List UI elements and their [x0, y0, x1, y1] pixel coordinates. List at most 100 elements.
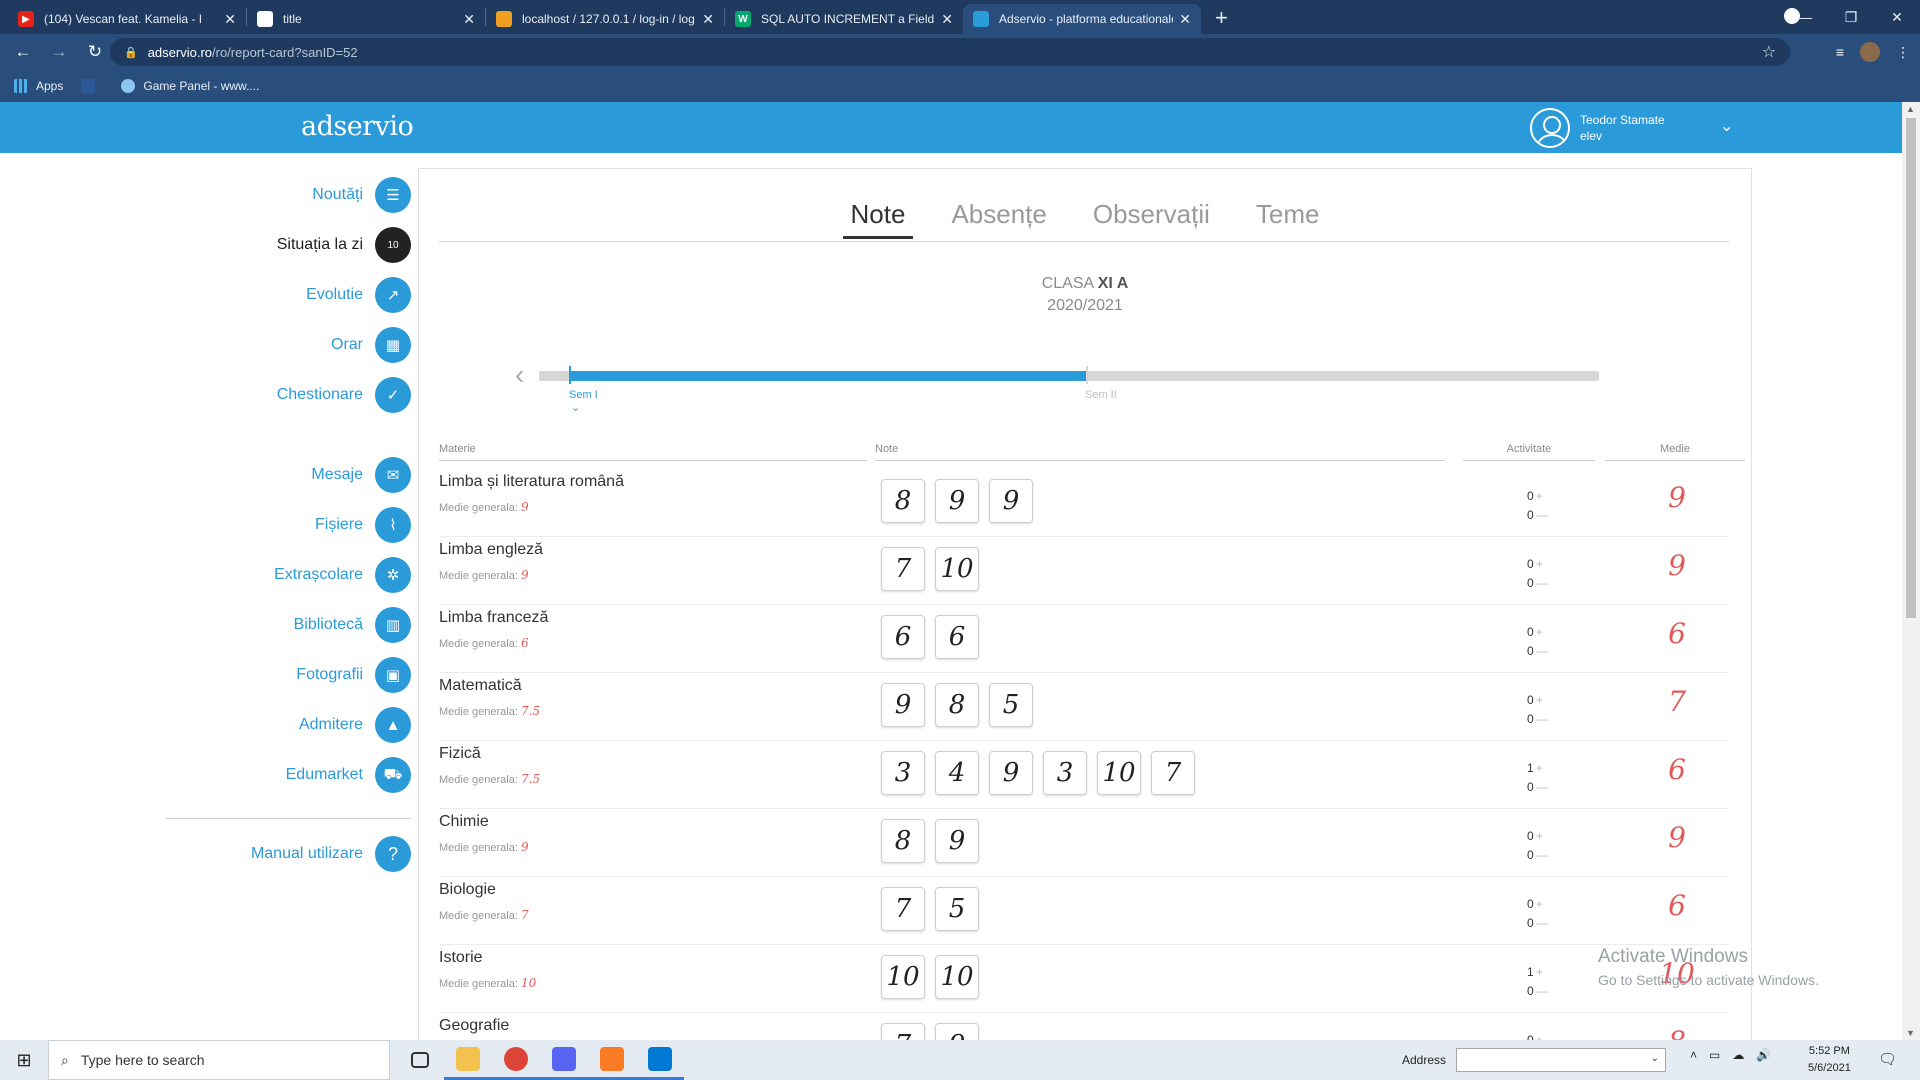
sidebar-item[interactable]: Admitere ▲ [166, 700, 411, 750]
subject-name[interactable]: Fizică [439, 745, 481, 763]
grade-box[interactable]: 4 [935, 751, 979, 795]
browser-tab[interactable]: title ✕ [247, 4, 485, 34]
scroll-up-icon[interactable]: ▲ [1906, 104, 1915, 114]
sidebar-item[interactable]: Bibliotecă ▥ [166, 600, 411, 650]
adservio-logo[interactable]: adservio [301, 111, 414, 142]
subject-name[interactable]: Limba engleză [439, 541, 543, 559]
page-scrollbar[interactable]: ▲ ▼ [1902, 102, 1920, 1040]
address-bar[interactable]: 🔒 adservio.ro/ro/report-card?sanID=52 ☆ [110, 38, 1790, 66]
sidebar-item[interactable]: Situația la zi 10 [166, 220, 411, 270]
task-view-icon[interactable] [396, 1040, 444, 1080]
sidebar-item[interactable]: Edumarket ⛟ [166, 750, 411, 800]
taskbar-search[interactable]: ⌕ Type here to search [48, 1040, 390, 1080]
grade-box[interactable]: 6 [935, 615, 979, 659]
windows-start-icon[interactable]: ⊞ [0, 1040, 48, 1080]
back-icon[interactable]: ← [10, 42, 36, 62]
bookmark-item[interactable]: Game Panel - www.... [121, 79, 259, 93]
grade-box[interactable]: 10 [881, 955, 925, 999]
tab-teme[interactable]: Teme [1248, 199, 1328, 239]
grade-box[interactable]: 8 [881, 479, 925, 523]
grade-box[interactable]: 7 [1151, 751, 1195, 795]
sidebar-item[interactable]: Fișiere ⌇ [166, 500, 411, 550]
file-explorer-icon[interactable] [444, 1040, 492, 1080]
sidebar-item[interactable]: Extrașcolare ✲ [166, 550, 411, 600]
reading-list-icon[interactable]: ≡ [1836, 44, 1844, 60]
profile-avatar[interactable] [1860, 42, 1880, 62]
sidebar-item[interactable]: Fotografii ▣ [166, 650, 411, 700]
grade-box[interactable]: 3 [1043, 751, 1087, 795]
sem2-label[interactable]: Sem II [1085, 389, 1117, 401]
tab-note[interactable]: Note [842, 199, 914, 239]
discord-icon[interactable] [540, 1040, 588, 1080]
chrome-icon[interactable] [492, 1040, 540, 1080]
grade-box[interactable]: 9 [881, 683, 925, 727]
reload-icon[interactable]: ↻ [82, 42, 108, 62]
subject-name[interactable]: Istorie [439, 949, 483, 967]
browser-tab[interactable]: localhost / 127.0.0.1 / log-in / log ✕ [486, 4, 724, 34]
new-tab-button[interactable]: + [1201, 4, 1242, 34]
sidebar-item[interactable]: Chestionare ✓ [166, 370, 411, 420]
browser-tab[interactable]: Adservio - platforma educationale ✕ [963, 4, 1201, 34]
subject-name[interactable]: Geografie [439, 1017, 509, 1035]
chevron-left-icon[interactable]: ‹ [515, 359, 524, 391]
tab-close-icon[interactable]: ✕ [941, 11, 953, 28]
grade-box[interactable]: 10 [935, 955, 979, 999]
grade-box[interactable]: 9 [935, 819, 979, 863]
tab-absente[interactable]: Absențe [943, 199, 1054, 239]
subject-name[interactable]: Biologie [439, 881, 496, 899]
subject-name[interactable]: Chimie [439, 813, 489, 831]
sem1-marker[interactable] [569, 366, 571, 384]
tab-close-icon[interactable]: ✕ [224, 11, 236, 28]
grade-box[interactable]: 5 [935, 887, 979, 931]
grade-box[interactable]: 8 [881, 819, 925, 863]
grade-box[interactable]: 6 [881, 615, 925, 659]
tray-chevron-icon[interactable]: ˄ [1690, 1048, 1697, 1062]
grade-box[interactable]: 10 [1097, 751, 1141, 795]
xampp-icon[interactable] [588, 1040, 636, 1080]
tab-observatii[interactable]: Observații [1085, 199, 1218, 239]
subject-name[interactable]: Limba franceză [439, 609, 548, 627]
grade-box[interactable]: 9 [935, 479, 979, 523]
sem1-label[interactable]: Sem I [569, 389, 598, 401]
forward-icon[interactable]: → [46, 42, 72, 62]
sidebar-item[interactable]: Orar ▦ [166, 320, 411, 370]
browser-tab[interactable]: W SQL AUTO INCREMENT a Field ✕ [725, 4, 963, 34]
chevron-down-icon[interactable]: ⌄ [1651, 1053, 1659, 1064]
minimize-icon[interactable]: — [1782, 9, 1828, 25]
grade-box[interactable]: 9 [989, 751, 1033, 795]
tab-close-icon[interactable]: ✕ [1179, 11, 1191, 28]
grade-box[interactable]: 7 [881, 547, 925, 591]
sidebar-item[interactable]: Evolutie ↗ [166, 270, 411, 320]
bookmark-star-icon[interactable]: ☆ [1762, 42, 1776, 62]
tab-close-icon[interactable]: ✕ [702, 11, 714, 28]
volume-icon[interactable]: 🔊 [1756, 1048, 1771, 1062]
sidebar-item[interactable]: Mesaje ✉ [166, 450, 411, 500]
subject-name[interactable]: Matematică [439, 677, 522, 695]
notification-icon[interactable]: 🗨 [1878, 1050, 1897, 1068]
chevron-down-icon[interactable]: ⌄ [1720, 116, 1733, 136]
address-input[interactable]: ⌄ [1456, 1048, 1667, 1072]
taskbar-clock[interactable]: 5:52 PM 5/6/2021 [1808, 1043, 1851, 1077]
sidebar-item[interactable]: Noutăți ☰ [166, 170, 411, 220]
sidebar-item[interactable]: Manual utilizare? [166, 829, 411, 879]
grade-box[interactable]: 5 [989, 683, 1033, 727]
tab-close-icon[interactable]: ✕ [463, 11, 475, 28]
bookmark-item[interactable] [81, 79, 103, 93]
vscode-icon[interactable] [636, 1040, 684, 1080]
onedrive-icon[interactable]: ☁ [1732, 1048, 1744, 1062]
maximize-icon[interactable]: ❐ [1828, 9, 1874, 26]
scroll-down-icon[interactable]: ▼ [1906, 1028, 1915, 1038]
user-menu[interactable]: Teodor Stamate elev [1530, 108, 1665, 148]
subject-name[interactable]: Limba și literatura română [439, 473, 624, 491]
menu-icon[interactable]: ⋮ [1896, 44, 1910, 61]
grade-box[interactable]: 10 [935, 547, 979, 591]
grade-box[interactable]: 3 [881, 751, 925, 795]
browser-tab[interactable]: ▶ (104) Vescan feat. Kamelia - I ✕ [8, 4, 246, 34]
bookmark-item[interactable]: Apps [14, 79, 63, 93]
sem2-marker[interactable] [1086, 366, 1088, 384]
close-window-icon[interactable]: ✕ [1874, 9, 1920, 26]
network-icon[interactable]: ▭ [1709, 1048, 1720, 1062]
grade-box[interactable]: 8 [935, 683, 979, 727]
grade-box[interactable]: 7 [881, 887, 925, 931]
scrollbar-thumb[interactable] [1906, 118, 1916, 618]
